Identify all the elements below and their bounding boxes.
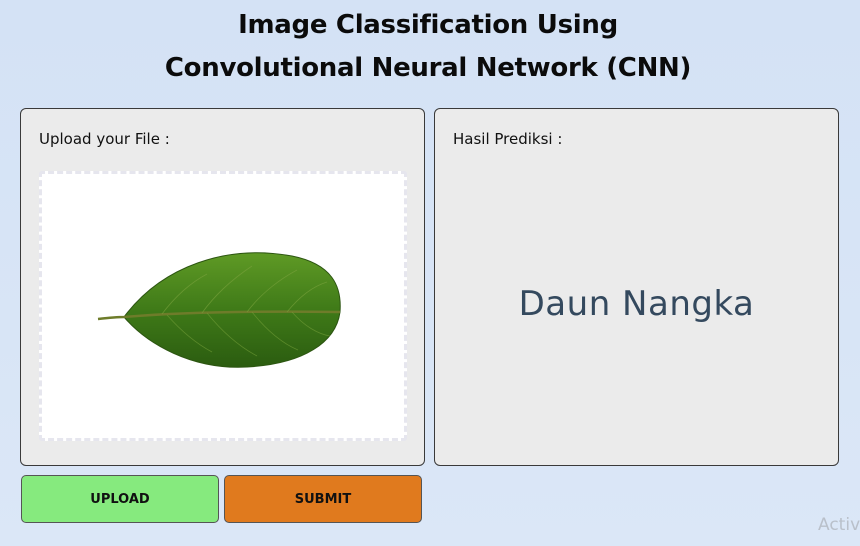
page-title-line-2: Convolutional Neural Network (CNN) <box>164 53 692 83</box>
upload-label: Upload your File : <box>39 130 170 148</box>
upload-panel: Upload your File : <box>20 108 425 466</box>
prediction-text: Daun Nangka <box>518 284 755 324</box>
upload-button[interactable]: UPLOAD <box>21 475 219 523</box>
page-title-line-1: Image Classification Using <box>238 10 618 40</box>
file-dropzone[interactable] <box>39 171 407 441</box>
result-panel: Hasil Prediksi : Daun Nangka <box>434 108 839 466</box>
activation-watermark: Activ <box>818 515 860 535</box>
leaf-image <box>97 252 341 368</box>
submit-button[interactable]: SUBMIT <box>224 475 422 523</box>
result-label: Hasil Prediksi : <box>453 130 563 148</box>
page-title: Image Classification Using Convolutional… <box>0 4 856 90</box>
